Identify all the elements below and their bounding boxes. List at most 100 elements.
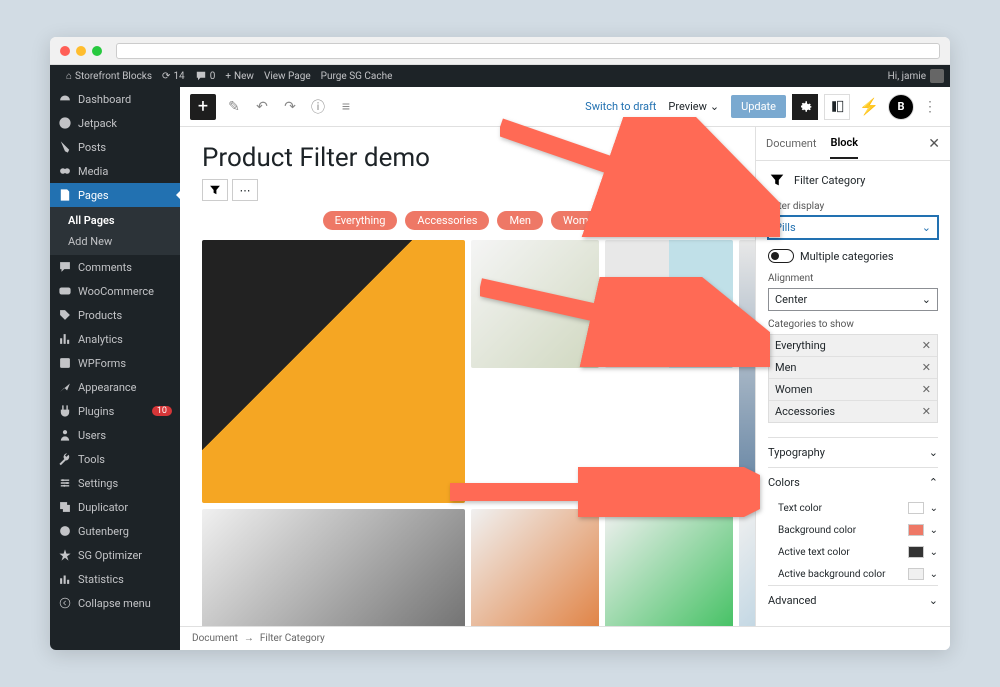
color-swatch[interactable] (908, 502, 924, 514)
pill-men[interactable]: Men (497, 211, 543, 230)
comments-count[interactable]: 0 (195, 70, 216, 82)
pill-everything[interactable]: Everything (323, 211, 398, 230)
add-block-button[interactable]: + (190, 94, 216, 120)
new-content[interactable]: + New (225, 71, 254, 82)
menu-tools[interactable]: Tools (50, 447, 180, 471)
remove-icon[interactable]: ✕ (922, 361, 931, 374)
submenu-all-pages[interactable]: All Pages (50, 210, 180, 231)
traffic-light-min[interactable] (76, 46, 86, 56)
remove-icon[interactable]: ✕ (922, 339, 931, 352)
redo-icon[interactable]: ↷ (280, 97, 300, 117)
more-block-icon[interactable]: ⋯ (232, 179, 258, 201)
active-bg-color-row[interactable]: Active background color⌄ (768, 563, 938, 585)
product-tile[interactable] (471, 240, 599, 368)
menu-dashboard[interactable]: Dashboard (50, 87, 180, 111)
traffic-light-close[interactable] (60, 46, 70, 56)
tab-block[interactable]: Block (830, 128, 858, 159)
menu-duplicator[interactable]: Duplicator (50, 495, 180, 519)
block-toolbar: ⋯ (202, 179, 733, 201)
pill-women[interactable]: Women (551, 211, 612, 230)
chevron-down-icon: ⌄ (930, 525, 938, 536)
filter-display-select[interactable]: Pills⌄ (768, 216, 938, 239)
chevron-down-icon: ⌄ (929, 446, 938, 459)
menu-users[interactable]: Users (50, 423, 180, 447)
color-swatch[interactable] (908, 546, 924, 558)
product-tile[interactable] (605, 240, 733, 368)
avatar[interactable] (930, 69, 944, 83)
update-button[interactable]: Update (731, 95, 786, 118)
category-row[interactable]: Women✕ (769, 379, 937, 401)
remove-icon[interactable]: ✕ (922, 405, 931, 418)
colors-panel[interactable]: Colors⌃ (768, 467, 938, 497)
plugins-badge: 10 (152, 406, 172, 416)
typography-panel[interactable]: Typography⌄ (768, 437, 938, 467)
category-row[interactable]: Men✕ (769, 357, 937, 379)
multiple-categories-toggle[interactable] (768, 249, 794, 263)
view-page-link[interactable]: View Page (264, 71, 311, 82)
filter-block-icon[interactable] (202, 179, 228, 201)
menu-comments[interactable]: Comments (50, 255, 180, 279)
outline-icon[interactable]: ≡ (336, 97, 356, 117)
purge-cache[interactable]: Purge SG Cache (321, 71, 393, 82)
site-name[interactable]: ⌂ Storefront Blocks (66, 71, 152, 82)
more-options-icon[interactable]: ⋮ (920, 97, 940, 117)
switch-to-draft[interactable]: Switch to draft (585, 100, 656, 113)
product-tile[interactable] (471, 509, 599, 627)
menu-woocommerce[interactable]: WooCommerce (50, 279, 180, 303)
product-tile[interactable] (202, 240, 465, 503)
menu-wpforms[interactable]: WPForms (50, 351, 180, 375)
menu-sg-optimizer[interactable]: SG Optimizer (50, 543, 180, 567)
menu-plugins[interactable]: Plugins10 (50, 399, 180, 423)
menu-media[interactable]: Media (50, 159, 180, 183)
settings-gear-icon[interactable] (792, 94, 818, 120)
pill-accessories[interactable]: Accessories (405, 211, 489, 230)
advanced-panel[interactable]: Advanced⌄ (768, 585, 938, 615)
collapse-menu[interactable]: Collapse menu (50, 591, 180, 615)
menu-gutenberg[interactable]: Gutenberg (50, 519, 180, 543)
close-icon[interactable]: ✕ (928, 136, 940, 152)
jetpack-icon[interactable]: ⚡ (856, 94, 882, 120)
active-text-color-row[interactable]: Active text color⌄ (768, 541, 938, 563)
bg-color-row[interactable]: Background color⌄ (768, 519, 938, 541)
product-tile[interactable] (202, 509, 465, 627)
chevron-down-icon: ⌄ (922, 293, 931, 306)
traffic-light-max[interactable] (92, 46, 102, 56)
url-bar[interactable] (116, 43, 940, 59)
browser-chrome (50, 37, 950, 65)
menu-statistics[interactable]: Statistics (50, 567, 180, 591)
preview-button[interactable]: Preview ⌄ (662, 96, 725, 117)
menu-analytics[interactable]: Analytics (50, 327, 180, 351)
product-tile[interactable] (739, 509, 755, 627)
editor-canvas[interactable]: Product Filter demo ⋯ Everything Accesso… (180, 127, 755, 626)
submenu-add-new[interactable]: Add New (50, 231, 180, 252)
category-row[interactable]: Everything✕ (769, 335, 937, 357)
menu-settings[interactable]: Settings (50, 471, 180, 495)
breadcrumb-current[interactable]: Filter Category (260, 633, 325, 644)
menu-pages[interactable]: Pages (50, 183, 180, 207)
chevron-down-icon: ⌄ (930, 547, 938, 558)
breadcrumb-root[interactable]: Document (192, 633, 238, 644)
alignment-select[interactable]: Center⌄ (768, 288, 938, 311)
product-tile[interactable] (605, 509, 733, 627)
category-row[interactable]: Accessories✕ (769, 401, 937, 422)
sidebar-toggle-icon[interactable] (824, 94, 850, 120)
greeting[interactable]: Hi, jamie (888, 71, 926, 82)
bold-b-icon[interactable]: B (888, 94, 914, 120)
updates-count[interactable]: ⟳ 14 (162, 71, 185, 82)
text-color-row[interactable]: Text color⌄ (768, 497, 938, 519)
filter-icon (768, 171, 786, 189)
menu-products[interactable]: Products (50, 303, 180, 327)
edit-mode-icon[interactable]: ✎ (224, 97, 244, 117)
color-swatch[interactable] (908, 524, 924, 536)
menu-appearance[interactable]: Appearance (50, 375, 180, 399)
menu-jetpack[interactable]: Jetpack (50, 111, 180, 135)
remove-icon[interactable]: ✕ (922, 383, 931, 396)
page-title[interactable]: Product Filter demo (202, 143, 733, 173)
info-icon[interactable]: ⓘ (308, 97, 328, 117)
chevron-down-icon: ⌄ (929, 594, 938, 607)
undo-icon[interactable]: ↶ (252, 97, 272, 117)
product-tile[interactable] (739, 240, 755, 503)
menu-posts[interactable]: Posts (50, 135, 180, 159)
color-swatch[interactable] (908, 568, 924, 580)
tab-document[interactable]: Document (766, 129, 816, 158)
